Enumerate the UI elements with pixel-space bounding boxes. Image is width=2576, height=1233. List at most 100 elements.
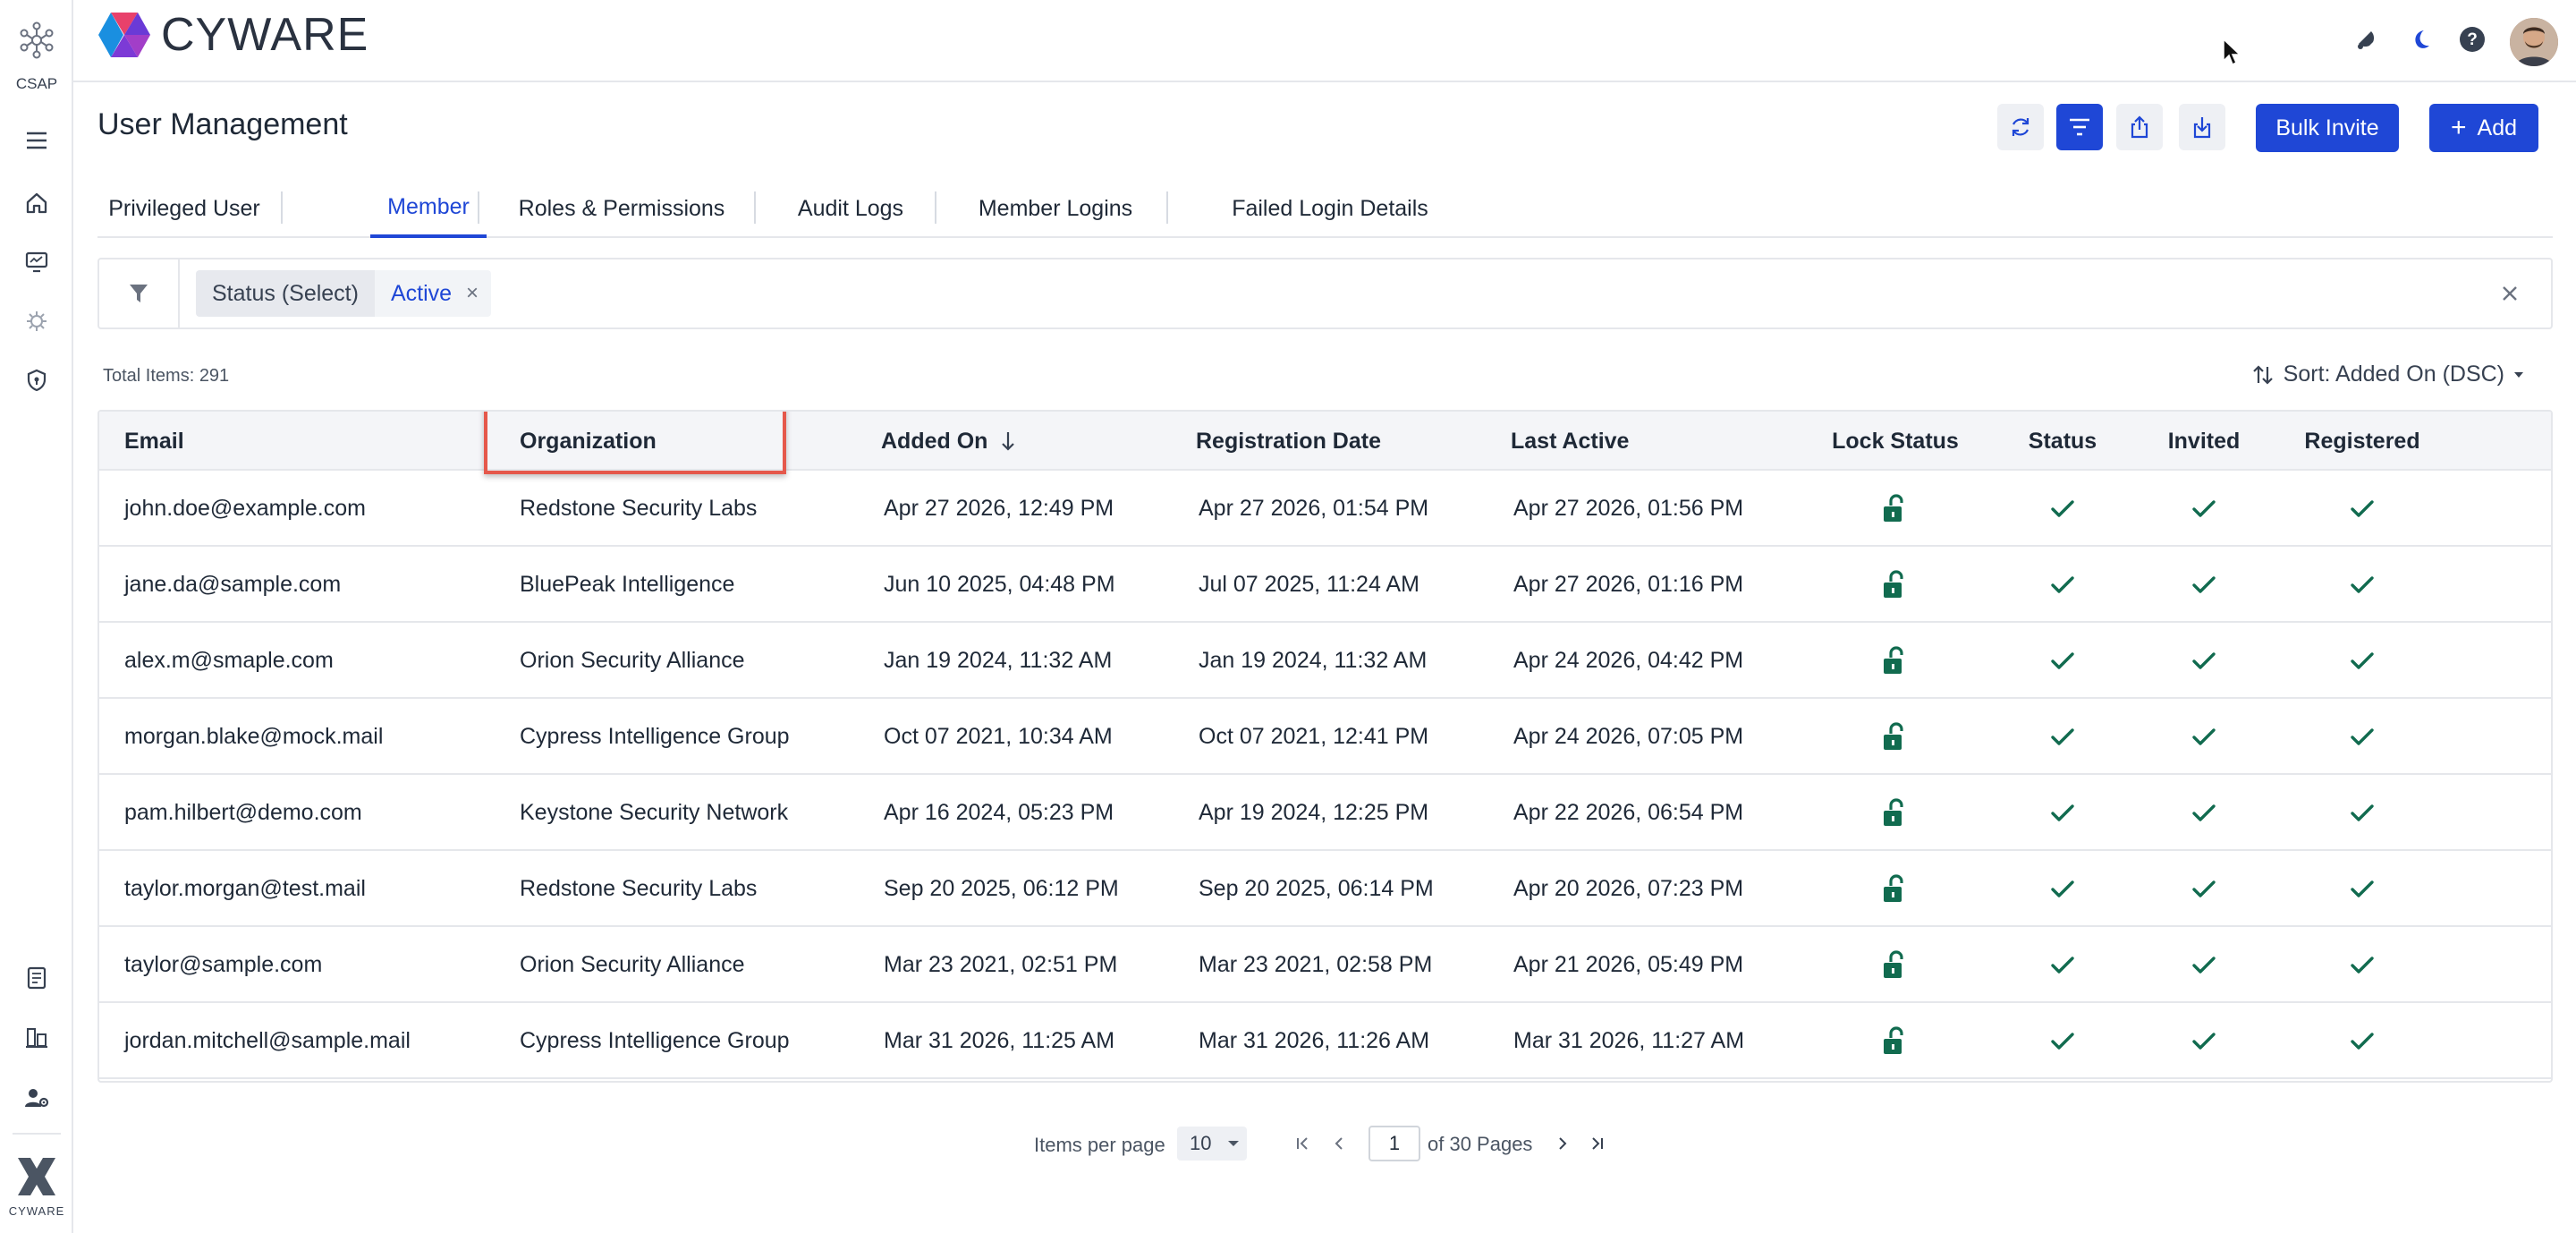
clear-filters-close-icon[interactable]: [2496, 279, 2524, 308]
cell-registration-date: Sep 20 2025, 06:14 PM: [1199, 876, 1434, 901]
table-row[interactable]: taylor@sample.com Orion Security Alliance…: [99, 927, 2551, 1003]
refresh-button[interactable]: [1997, 104, 2044, 150]
sort-dropdown[interactable]: Sort: Added On (DSC): [2251, 361, 2524, 387]
add-button[interactable]: + Add: [2429, 104, 2538, 152]
registered-check-icon: [2273, 1003, 2452, 1079]
filter-key: Status (Select): [196, 270, 375, 317]
col-added-on[interactable]: Added On: [881, 412, 1016, 471]
left-rail: CSAP CYWARE: [0, 0, 73, 1233]
lock-open-icon[interactable]: [1803, 775, 1987, 851]
cell-registration-date: Mar 31 2026, 11:26 AM: [1199, 1028, 1430, 1053]
bulk-invite-button[interactable]: Bulk Invite: [2256, 104, 2399, 152]
items-per-page-select[interactable]: 10: [1177, 1127, 1247, 1161]
col-status: Status: [2028, 428, 2097, 454]
table-row[interactable]: pam.hilbert@demo.com Keystone Security Ne…: [99, 775, 2551, 851]
rail-divider: [13, 1133, 61, 1135]
registered-check-icon: [2273, 851, 2452, 927]
registered-check-icon: [2273, 927, 2452, 1003]
lock-open-icon[interactable]: [1803, 547, 1987, 623]
invited-check-icon: [2137, 1003, 2271, 1079]
shield-icon[interactable]: [20, 363, 54, 397]
table-row[interactable]: jordan.mitchell@sample.mail Cypress Intel…: [99, 1003, 2551, 1079]
status-check-icon: [1996, 1003, 2130, 1079]
cell-email: pam.hilbert@demo.com: [124, 800, 362, 825]
cell-email: taylor.morgan@test.mail: [124, 876, 366, 901]
refresh-icon: [2012, 118, 2029, 136]
caret-down-icon: [2514, 371, 2523, 378]
first-page-icon[interactable]: [1290, 1129, 1317, 1158]
cyware-mark-icon: [18, 1158, 55, 1195]
lock-open-icon[interactable]: [1803, 851, 1987, 927]
col-lock-status: Lock Status: [1832, 428, 1959, 454]
table-row[interactable]: alex.m@smaple.com Orion Security Alliance…: [99, 623, 2551, 699]
user-avatar[interactable]: [2510, 18, 2558, 66]
cell-registration-date: Mar 23 2021, 02:58 PM: [1199, 952, 1433, 977]
invited-check-icon: [2137, 471, 2271, 547]
filter-bar: Status (Select) Active ×: [97, 258, 2553, 329]
funnel-icon: [130, 285, 148, 302]
cell-email: morgan.blake@mock.mail: [124, 724, 384, 749]
lock-open-icon[interactable]: [1803, 927, 1987, 1003]
table-row[interactable]: taylor.morgan@test.mail Redstone Security…: [99, 851, 2551, 927]
previous-page-icon[interactable]: [1326, 1129, 1352, 1158]
lock-open-icon[interactable]: [1803, 623, 1987, 699]
col-registered: Registered: [2304, 428, 2420, 454]
lock-open-icon[interactable]: [1803, 1003, 1987, 1079]
status-check-icon: [1996, 699, 2130, 775]
cell-email: jane.da@sample.com: [124, 572, 342, 597]
user-settings-icon[interactable]: [20, 1081, 54, 1115]
notification-bell-icon[interactable]: [2349, 21, 2385, 57]
tab-divider: [935, 191, 936, 224]
tab-roles-permissions[interactable]: Roles & Permissions: [511, 179, 733, 238]
cell-last-active: Apr 21 2026, 05:49 PM: [1513, 952, 1744, 977]
filter-funnel-button[interactable]: [99, 259, 180, 327]
cell-organization: Cypress Intelligence Group: [520, 724, 790, 749]
tab-failed-login-details[interactable]: Failed Login Details: [1194, 179, 1466, 238]
table-row[interactable]: jane.da@sample.com BluePeak Intelligence J…: [99, 547, 2551, 623]
registered-check-icon: [2273, 547, 2452, 623]
filter-toggle-button[interactable]: [2056, 104, 2103, 150]
table-row[interactable]: john.doe@example.com Redstone Security La…: [99, 471, 2551, 547]
app-logo-icon[interactable]: [16, 20, 57, 61]
bug-icon[interactable]: [20, 304, 54, 338]
lock-open-icon[interactable]: [1803, 699, 1987, 775]
registered-check-icon: [2273, 775, 2452, 851]
tab-member-logins[interactable]: Member Logins: [963, 179, 1148, 238]
organization-header-highlight: [484, 412, 786, 474]
remove-filter-icon[interactable]: ×: [466, 281, 479, 306]
add-label: Add: [2477, 115, 2517, 140]
page-number-input[interactable]: 1: [1368, 1126, 1420, 1161]
help-icon[interactable]: ?: [2454, 21, 2490, 57]
lock-open-icon[interactable]: [1803, 471, 1987, 547]
tab-audit-logs[interactable]: Audit Logs: [784, 179, 918, 238]
tab-divider: [754, 191, 756, 224]
invited-check-icon: [2137, 623, 2271, 699]
col-last-active[interactable]: Last Active: [1511, 412, 1629, 471]
brand-logo[interactable]: CYWARE: [97, 9, 369, 61]
next-page-icon[interactable]: [1549, 1129, 1576, 1158]
registered-check-icon: [2273, 471, 2452, 547]
cell-added-on: Jun 10 2025, 04:48 PM: [884, 572, 1115, 597]
sort-desc-arrow-icon: [1002, 432, 1015, 451]
dark-mode-moon-icon[interactable]: [2402, 21, 2438, 57]
last-page-icon[interactable]: [1583, 1129, 1610, 1158]
home-icon[interactable]: [20, 186, 54, 220]
mouse-cursor-icon: [2223, 38, 2241, 66]
cell-last-active: Apr 20 2026, 07:23 PM: [1513, 876, 1744, 901]
total-items: Total Items: 291: [103, 366, 230, 386]
reports-icon[interactable]: [20, 961, 54, 995]
page-count: of 30 Pages: [1428, 1133, 1533, 1155]
col-registration-date[interactable]: Registration Date: [1196, 412, 1381, 471]
monitor-icon[interactable]: [20, 245, 54, 279]
status-filter-chip[interactable]: Status (Select) Active ×: [196, 270, 492, 317]
tab-privileged-user[interactable]: Privileged User: [103, 179, 266, 238]
tab-member[interactable]: Member: [370, 179, 487, 238]
col-email[interactable]: Email: [124, 412, 184, 471]
download-button[interactable]: [2179, 104, 2225, 150]
organization-icon[interactable]: [20, 1020, 54, 1054]
cell-organization: Orion Security Alliance: [520, 952, 745, 977]
menu-icon[interactable]: [20, 123, 54, 157]
export-button[interactable]: [2116, 104, 2163, 150]
table-row[interactable]: morgan.blake@mock.mail Cypress Intelligen…: [99, 699, 2551, 775]
table-header: Email Organization Added On Registration…: [99, 412, 2551, 471]
